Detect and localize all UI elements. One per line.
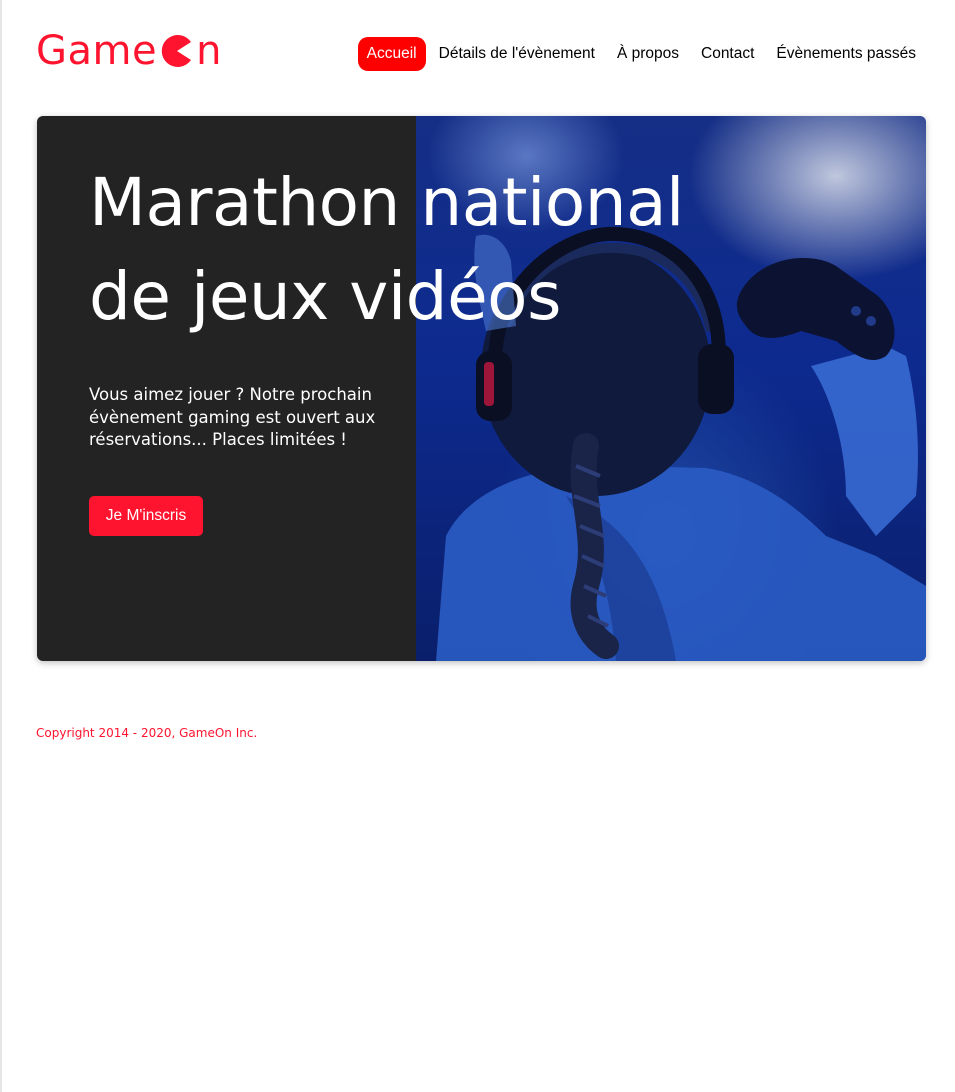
nav-item-details[interactable]: Détails de l'évènement <box>430 37 604 71</box>
pacman-o-icon <box>160 34 194 68</box>
signup-button[interactable]: Je M'inscris <box>89 496 203 536</box>
logo-text-n: n <box>196 28 222 74</box>
nav-item-evenements-passes[interactable]: Évènements passés <box>767 37 925 71</box>
nav-item-contact[interactable]: Contact <box>692 37 763 71</box>
footer-copyright: Copyright 2014 - 2020, GameOn Inc. <box>36 726 258 740</box>
logo-text-game: Game <box>36 28 158 74</box>
hero-title: Marathon national de jeux vidéos <box>89 156 789 344</box>
hero-description: Vous aimez jouer ? Notre prochain évènem… <box>89 385 376 449</box>
hero-title-line-1: Marathon national <box>89 164 684 241</box>
top-navigation: Game n Accueil Détails de l'évènement À … <box>2 0 955 110</box>
nav-item-a-propos[interactable]: À propos <box>608 37 688 71</box>
gameon-logo[interactable]: Game n <box>36 30 222 72</box>
hero-section: Marathon national de jeux vidéos Vous ai… <box>37 116 926 661</box>
nav-item-accueil[interactable]: Accueil <box>357 37 426 71</box>
main-nav: Accueil Détails de l'évènement À propos … <box>357 37 925 71</box>
hero-title-line-2: de jeux vidéos <box>89 258 561 335</box>
